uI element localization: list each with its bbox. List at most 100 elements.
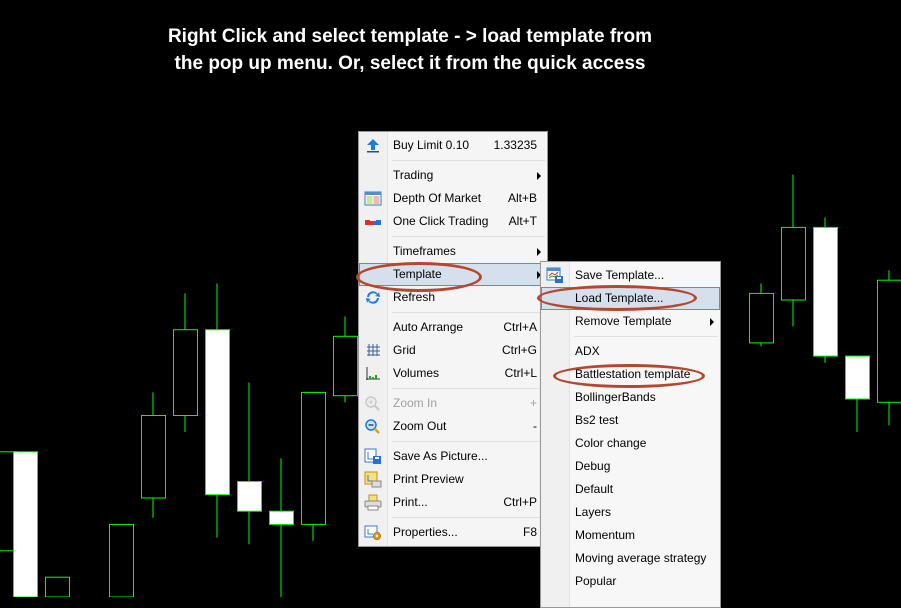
template-submenu-item-remove-template[interactable]: Remove Template xyxy=(541,310,720,333)
menu-item-label: Depth Of Market xyxy=(393,187,481,210)
context-menu-item-auto-arrange[interactable]: Auto Arrange Ctrl+A xyxy=(359,316,547,339)
instruction-caption-line-2: the pop up menu. Or, select it from the … xyxy=(100,50,720,77)
menu-item-label: Default xyxy=(575,478,613,501)
volumes-icon xyxy=(364,365,382,382)
menu-item-shortcut: Ctrl+G xyxy=(502,339,537,362)
context-menu-item-properties[interactable]: Properties... F8 xyxy=(359,521,547,544)
menu-item-label: Popular xyxy=(575,570,616,593)
candle-body-bear xyxy=(206,330,230,495)
context-menu-item-depth-of-market[interactable]: Depth Of Market Alt+B xyxy=(359,187,547,210)
template-submenu-item-bs2-test[interactable]: Bs2 test xyxy=(541,409,720,432)
menu-item-shortcut: F8 xyxy=(523,521,537,544)
candle-body-bear xyxy=(14,452,38,597)
menu-item-label: Debug xyxy=(575,455,610,478)
menu-item-label: One Click Trading xyxy=(393,210,488,233)
candle-body-bull xyxy=(46,577,70,597)
context-menu-item-print-preview[interactable]: Print Preview xyxy=(359,468,547,491)
template-submenu-item-adx[interactable]: ADX xyxy=(541,340,720,363)
menu-item-label: Zoom In xyxy=(393,392,437,415)
menu-item-label: Auto Arrange xyxy=(393,316,463,339)
menu-item-label: Refresh xyxy=(393,286,435,309)
menu-item-label: Timeframes xyxy=(393,240,456,263)
candle-body-bull xyxy=(334,336,358,395)
menu-item-label: Color change xyxy=(575,432,646,455)
menu-item-label: Momentum xyxy=(575,524,635,547)
context-menu-item-buy-limit-0-10[interactable]: Buy Limit 0.101.33235 xyxy=(359,134,547,157)
menu-separator xyxy=(392,441,545,442)
context-menu-item-timeframes[interactable]: Timeframes xyxy=(359,240,547,263)
candle-body-bear xyxy=(846,356,870,399)
buy-limit-up-arrow-icon xyxy=(364,137,382,154)
candle-body-bull xyxy=(302,392,326,524)
context-menu-item-refresh[interactable]: Refresh xyxy=(359,286,547,309)
candle-body-bear xyxy=(238,482,262,512)
menu-item-shortcut: + xyxy=(530,392,537,415)
submenu-arrow-icon xyxy=(537,172,541,180)
template-submenu: Save Template...Load Template...Remove T… xyxy=(540,261,721,608)
menu-item-shortcut: Ctrl+A xyxy=(503,316,537,339)
menu-item-label: Trading xyxy=(393,164,433,187)
menu-item-shortcut: Ctrl+P xyxy=(503,491,537,514)
print-icon xyxy=(364,494,382,511)
one-click-trading-icon xyxy=(364,213,382,230)
candle-body-bull xyxy=(142,416,166,499)
context-menu-item-grid[interactable]: GridCtrl+G xyxy=(359,339,547,362)
submenu-arrow-icon xyxy=(710,318,714,326)
context-menu-item-trading[interactable]: Trading xyxy=(359,164,547,187)
candle-body-bear xyxy=(270,511,294,524)
candle-body-bull xyxy=(174,330,198,416)
context-menu-item-volumes[interactable]: Volumes Ctrl+L xyxy=(359,362,547,385)
menu-item-shortcut: Alt+B xyxy=(508,187,537,210)
template-submenu-item-popular[interactable]: Popular xyxy=(541,570,720,593)
zoom-out-icon xyxy=(364,418,382,435)
template-submenu-item-moving-average-strategy[interactable]: Moving average strategy xyxy=(541,547,720,570)
menu-item-label: ADX xyxy=(575,340,600,363)
submenu-arrow-icon xyxy=(537,248,541,256)
template-submenu-item-debug[interactable]: Debug xyxy=(541,455,720,478)
save-template-icon xyxy=(546,267,564,284)
candle-body-bull xyxy=(878,280,901,402)
candle-body-bull xyxy=(782,227,806,300)
properties-icon xyxy=(364,524,382,541)
context-menu-item-zoom-out[interactable]: Zoom Out- xyxy=(359,415,547,438)
menu-item-label: Battlestation template xyxy=(575,363,690,386)
menu-separator xyxy=(392,517,545,518)
candle-body-bull xyxy=(110,524,134,597)
template-submenu-item-battlestation-template[interactable]: Battlestation template xyxy=(541,363,720,386)
candle-body-bull xyxy=(750,293,774,343)
menu-item-label: Volumes xyxy=(393,362,439,385)
zoom-in-icon xyxy=(364,395,382,412)
menu-item-label: Save Template... xyxy=(575,264,664,287)
menu-item-label: Moving average strategy xyxy=(575,547,706,570)
menu-item-label: Template xyxy=(393,263,442,286)
context-menu-item-template[interactable]: Template xyxy=(359,263,547,286)
template-submenu-item-load-template[interactable]: Load Template... xyxy=(541,287,720,310)
menu-item-label: Zoom Out xyxy=(393,415,446,438)
context-menu-item-zoom-in[interactable]: Zoom In + xyxy=(359,392,547,415)
template-submenu-item-color-change[interactable]: Color change xyxy=(541,432,720,455)
context-menu-item-save-as-picture[interactable]: Save As Picture... xyxy=(359,445,547,468)
context-menu-item-one-click-trading[interactable]: One Click TradingAlt+T xyxy=(359,210,547,233)
menu-item-label: Save As Picture... xyxy=(393,445,488,468)
template-submenu-item-default[interactable]: Default xyxy=(541,478,720,501)
menu-item-label: Print Preview xyxy=(393,468,464,491)
menu-item-label: Properties... xyxy=(393,521,458,544)
template-submenu-item-save-template[interactable]: Save Template... xyxy=(541,264,720,287)
menu-separator xyxy=(392,388,545,389)
template-submenu-item-layers[interactable]: Layers xyxy=(541,501,720,524)
refresh-icon xyxy=(364,289,382,306)
menu-separator xyxy=(574,336,718,337)
menu-separator xyxy=(392,160,545,161)
candle-body-bear xyxy=(814,227,838,356)
print-preview-icon xyxy=(364,471,382,488)
depth-of-market-icon xyxy=(364,190,382,207)
template-submenu-item-momentum[interactable]: Momentum xyxy=(541,524,720,547)
context-menu-item-print[interactable]: Print...Ctrl+P xyxy=(359,491,547,514)
menu-item-shortcut: Ctrl+L xyxy=(505,362,537,385)
menu-item-label: Layers xyxy=(575,501,611,524)
menu-item-label: BollingerBands xyxy=(575,386,656,409)
menu-separator xyxy=(392,236,545,237)
menu-separator xyxy=(392,312,545,313)
template-submenu-item-bollingerbands[interactable]: BollingerBands xyxy=(541,386,720,409)
menu-item-label: Remove Template xyxy=(575,310,672,333)
